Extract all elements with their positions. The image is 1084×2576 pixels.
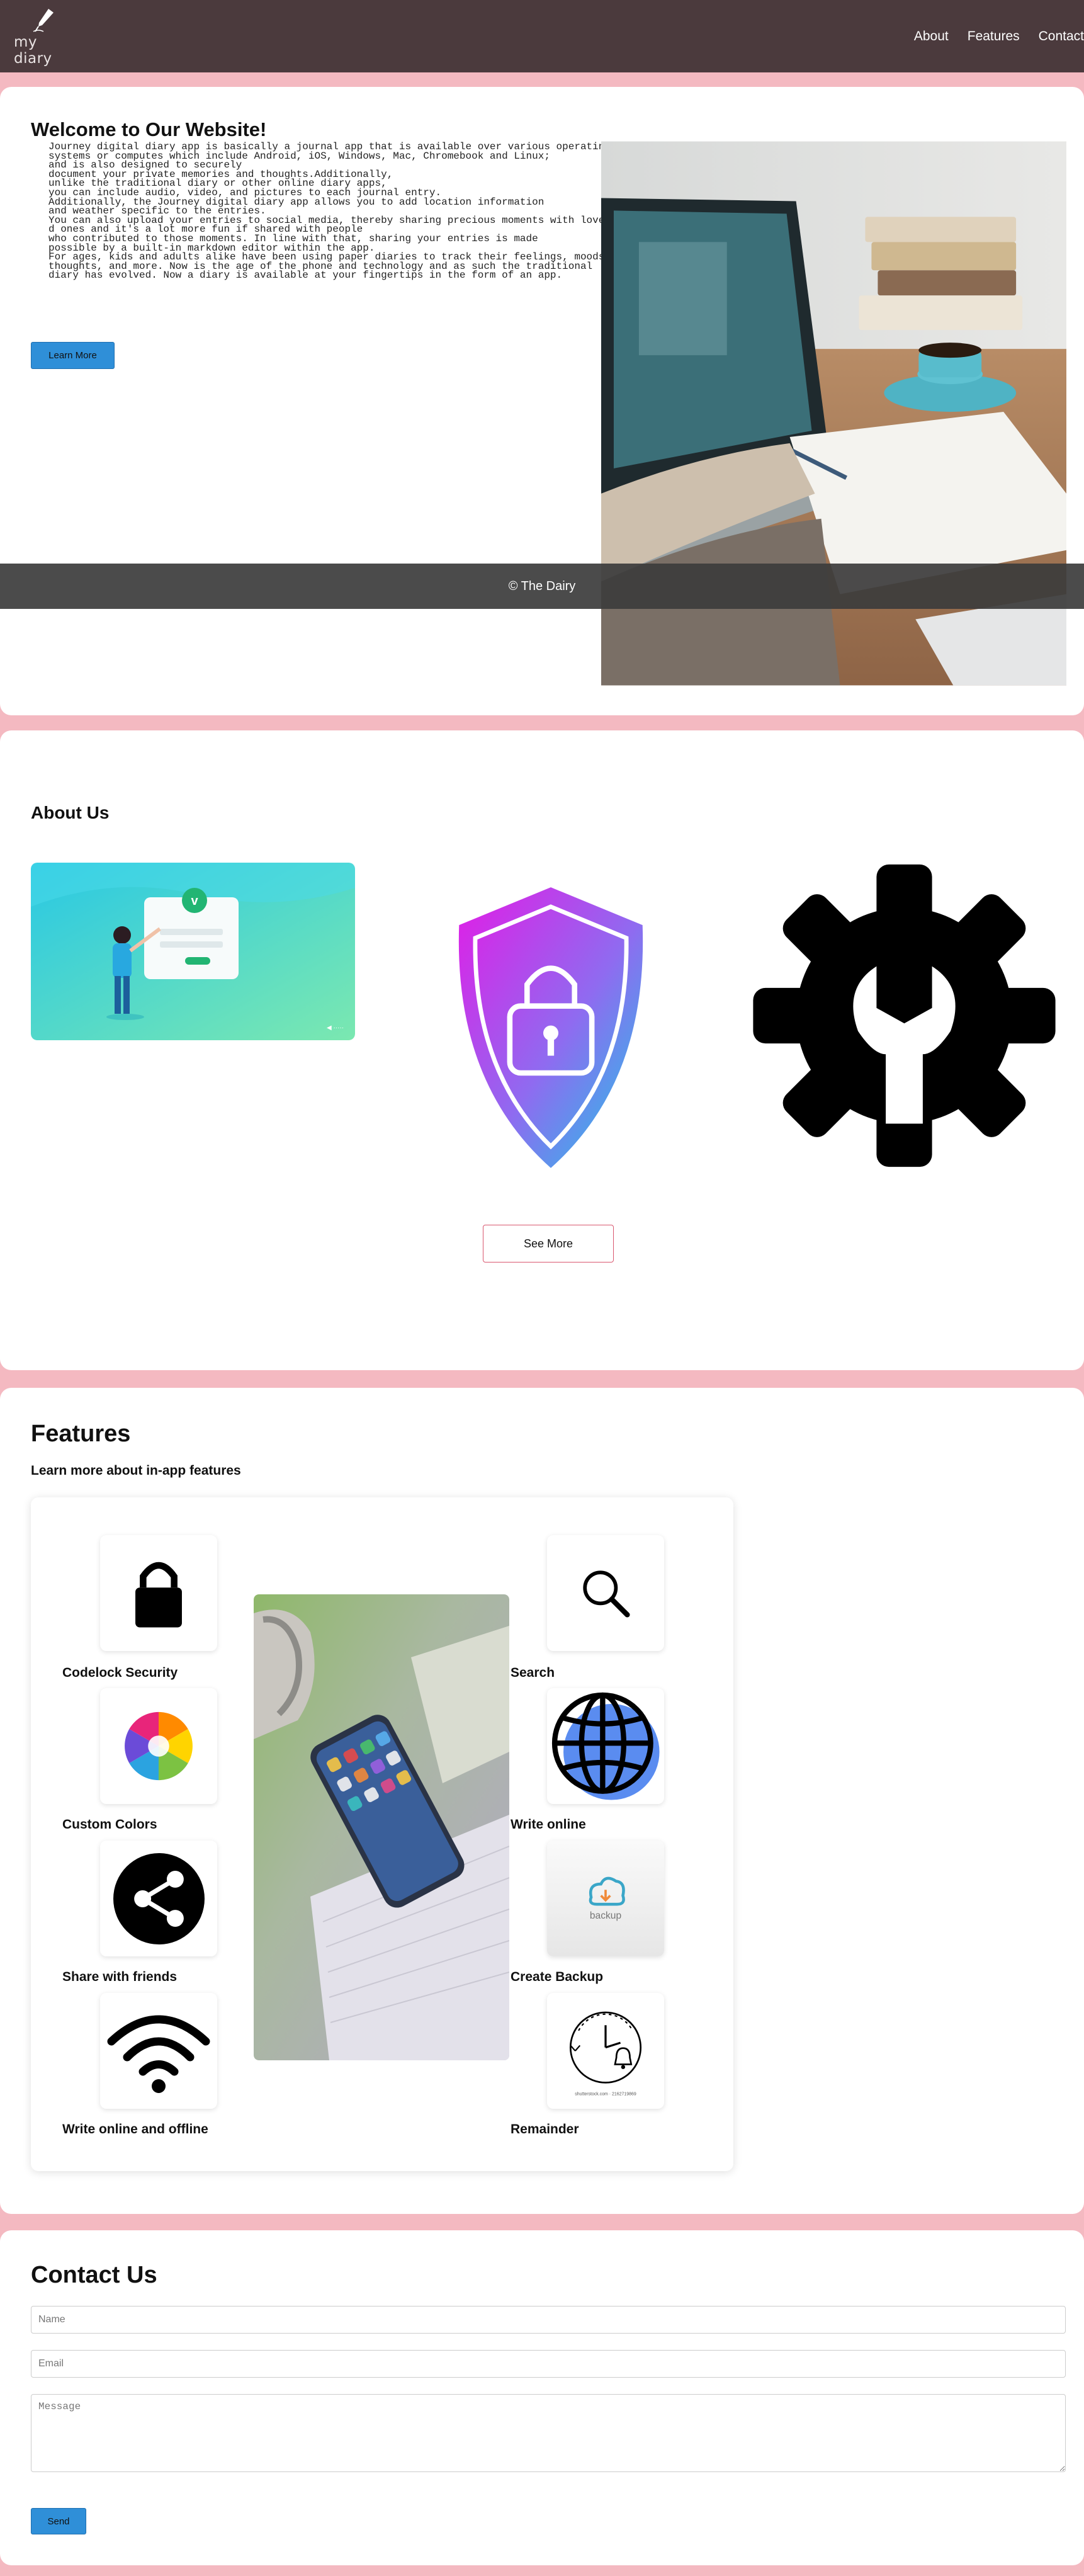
contact-title: Contact Us (31, 2262, 157, 2288)
share-icon (113, 1853, 205, 1944)
features-title: Features (31, 1421, 131, 1447)
site-logo[interactable]: my diary (14, 6, 74, 67)
nav-about-link[interactable]: About (914, 29, 949, 44)
feature-icon-card (547, 1688, 664, 1804)
feature-icon-card (100, 1535, 217, 1651)
nav-features-link[interactable]: Features (968, 29, 1020, 44)
lock-icon (135, 1562, 182, 1628)
about-title: About Us (31, 803, 110, 822)
wifi-icon (107, 2015, 210, 2093)
features-section: Features Learn more about in-app feature… (0, 1388, 1084, 2214)
phone-on-desk-photo (254, 1594, 509, 2060)
feature-label: Create Backup (511, 1970, 604, 1984)
see-more-button[interactable]: See More (483, 1225, 614, 1262)
feature-label: Custom Colors (62, 1817, 157, 1832)
name-field[interactable] (31, 2306, 1066, 2334)
message-field[interactable] (31, 2394, 1066, 2472)
feature-label: Write online and offline (62, 2122, 208, 2136)
search-icon (583, 1570, 630, 1618)
pen-icon (33, 8, 54, 32)
email-field[interactable] (31, 2350, 1066, 2378)
feature-icon-card (100, 1841, 217, 1956)
feature-icon-card: shutterstock.com · 2162719869 (547, 1993, 664, 2109)
features-card: Codelock Security Custom Colors Share wi… (31, 1497, 733, 2171)
feature-label: Codelock Security (62, 1665, 178, 1680)
globe-icon (551, 1692, 660, 1800)
copyright-text: © The Dairy (508, 579, 576, 593)
color-wheel-icon (125, 1711, 193, 1781)
alarm-clock-icon: shutterstock.com · 2162719869 (569, 2011, 642, 2097)
feature-label: Search (511, 1665, 555, 1680)
clock-icon-caption: shutterstock.com · 2162719869 (575, 2092, 636, 2097)
logo-text: my diary (14, 33, 52, 67)
feature-label: Remainder (511, 2122, 579, 2136)
shield-lock-icon (458, 887, 643, 1168)
about-illustration-image: v ◀ ····· (31, 863, 355, 1040)
hero-section: Welcome to Our Website! Journey digital … (0, 87, 1084, 715)
feature-icon-card (547, 1535, 664, 1651)
feature-label: Write online (511, 1817, 586, 1832)
features-subtitle: Learn more about in-app features (31, 1463, 241, 1478)
about-section: About Us v ◀ ····· See More (0, 730, 1084, 1370)
learn-more-button[interactable]: Learn More (31, 342, 115, 369)
feature-icon-card: backup (547, 1841, 664, 1956)
hero-footer-bar: © The Dairy (0, 564, 1084, 609)
gear-wrench-icon (753, 864, 1056, 1167)
hero-title: Welcome to Our Website! (31, 118, 267, 140)
hero-description: Journey digital diary app is basically a… (48, 142, 611, 280)
feature-label: Share with friends (62, 1970, 178, 1984)
hero-line: diary has evolved. Now a diary is availa… (48, 270, 563, 281)
feature-icon-card (100, 1993, 217, 2109)
top-navbar: my diary About Features Contact (0, 0, 1084, 72)
backup-icon-text: backup (590, 1910, 622, 1921)
main-nav: About Features Contact (914, 29, 1084, 44)
cloud-backup-icon: backup (589, 1876, 625, 1921)
nav-contact-link[interactable]: Contact (1039, 29, 1084, 44)
send-button[interactable]: Send (31, 2508, 86, 2534)
feature-icon-card (100, 1688, 217, 1804)
contact-section: Contact Us Send (0, 2230, 1084, 2565)
svg-text:◀ ·····: ◀ ····· (327, 1024, 344, 1031)
illustration-logo-letter: v (191, 894, 198, 908)
